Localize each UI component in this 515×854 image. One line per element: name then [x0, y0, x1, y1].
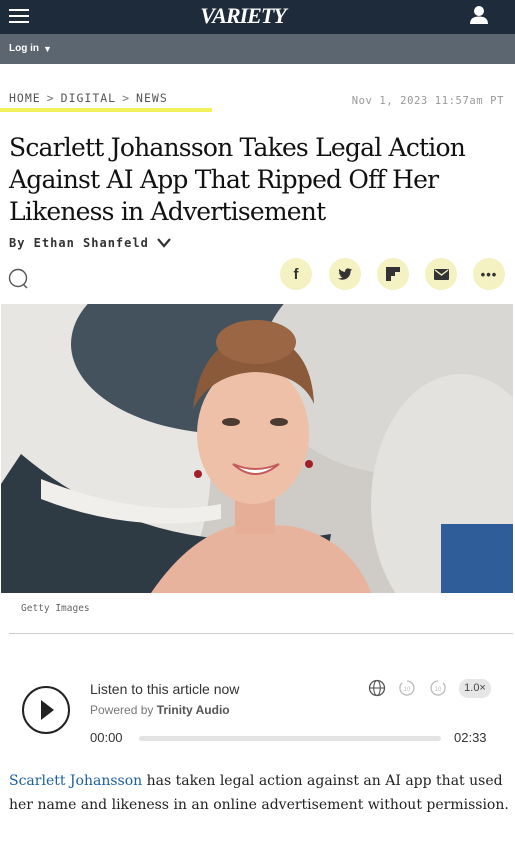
- author-name[interactable]: By Ethan Shanfeld: [9, 236, 149, 250]
- breadcrumb-separator: >: [122, 91, 131, 105]
- image-credit: Getty Images: [21, 603, 90, 614]
- audio-time-current: 00:00: [90, 730, 123, 745]
- hamburger-menu-icon[interactable]: [9, 7, 29, 25]
- twitter-icon: [337, 267, 352, 280]
- breadcrumb-separator: >: [46, 91, 55, 105]
- share-flipboard-button[interactable]: [377, 258, 409, 290]
- powered-brand[interactable]: Trinity Audio: [157, 703, 230, 717]
- publish-timestamp: Nov 1, 2023 11:57am PT: [351, 95, 504, 107]
- audio-play-button[interactable]: [22, 686, 70, 734]
- globe-icon[interactable]: [368, 679, 386, 697]
- rewind-10-icon[interactable]: 10: [398, 679, 416, 697]
- facebook-icon: f: [293, 265, 299, 283]
- forward-10-icon[interactable]: 10: [429, 679, 447, 697]
- share-more-button[interactable]: •••: [473, 258, 505, 290]
- audio-time-total: 02:33: [454, 730, 487, 745]
- svg-text:10: 10: [435, 687, 442, 693]
- login-dropdown[interactable]: Log in ▼: [9, 43, 52, 54]
- svg-text:10: 10: [404, 687, 411, 693]
- top-navigation-bar: VARIETY: [0, 0, 515, 34]
- divider: [9, 633, 513, 634]
- audio-title: Listen to this article now: [90, 681, 240, 697]
- article-body-paragraph: Scarlett Johansson has taken legal actio…: [9, 769, 509, 817]
- comment-icon[interactable]: [8, 268, 30, 290]
- breadcrumb: HOME > DIGITAL > NEWS: [0, 91, 212, 113]
- audio-powered-by: Powered by Trinity Audio: [90, 703, 230, 717]
- variety-logo[interactable]: VARIETY: [198, 2, 288, 30]
- share-facebook-button[interactable]: f: [280, 258, 312, 290]
- share-email-button[interactable]: [425, 258, 457, 290]
- playback-speed-button[interactable]: 1.0×: [459, 679, 491, 698]
- flipboard-icon: [386, 267, 400, 281]
- audio-progress-track[interactable]: [139, 736, 441, 741]
- chevron-down-icon[interactable]: [156, 238, 171, 248]
- article-hero-image: [1, 304, 513, 593]
- hero-photo: [1, 304, 513, 593]
- share-twitter-button[interactable]: [329, 258, 361, 290]
- body-link-scarlett-johansson[interactable]: Scarlett Johansson: [9, 773, 142, 789]
- powered-prefix: Powered by: [90, 703, 154, 717]
- email-icon: [433, 268, 449, 280]
- account-bar: Log in ▼: [0, 34, 515, 64]
- user-account-icon[interactable]: [470, 5, 488, 25]
- breadcrumb-home[interactable]: HOME: [9, 91, 41, 105]
- breadcrumb-news[interactable]: NEWS: [136, 91, 168, 105]
- article-headline: Scarlett Johansson Takes Legal Action Ag…: [9, 133, 466, 226]
- byline: By Ethan Shanfeld: [9, 236, 171, 250]
- breadcrumb-digital[interactable]: DIGITAL: [61, 91, 116, 105]
- caret-down-icon: ▼: [43, 43, 52, 54]
- login-label: Log in: [9, 43, 39, 54]
- more-icon: •••: [480, 266, 498, 282]
